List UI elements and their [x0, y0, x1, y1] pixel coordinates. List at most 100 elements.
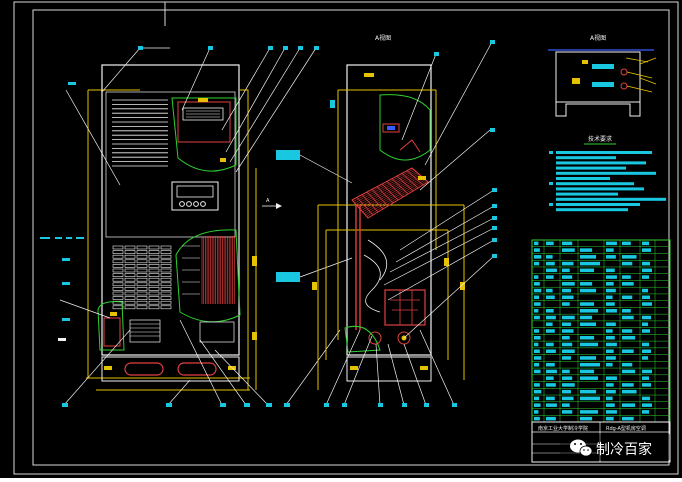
table-cell-text — [546, 403, 557, 407]
table-cell-text — [562, 261, 574, 266]
front-marker-e — [58, 338, 66, 341]
table-cell-text — [580, 248, 593, 252]
front-tag-d — [110, 312, 117, 316]
table-cell-text — [606, 403, 615, 407]
table-cell-text — [546, 255, 553, 259]
table-cell-text — [562, 288, 571, 293]
side-tag-top — [364, 73, 374, 77]
title-block-right-cell: Rdg-A型机房空调 — [606, 425, 646, 432]
table-cell-text — [642, 268, 653, 273]
table-cell-text — [642, 315, 652, 320]
table-cell-text — [546, 416, 556, 421]
table-cell-text — [534, 410, 539, 414]
note-bullet — [549, 203, 553, 206]
side-tag-right-3 — [444, 258, 449, 266]
table-cell-text — [534, 403, 541, 407]
side-tag-left — [312, 282, 317, 290]
table-cell-text — [534, 309, 539, 313]
table-cell-text — [622, 349, 634, 353]
table-cell-text — [546, 349, 556, 353]
table-cell-text — [606, 335, 615, 340]
table-cell-text — [546, 396, 555, 401]
table-cell-text — [606, 241, 617, 246]
table-cell-text — [580, 309, 599, 313]
table-cell-text — [622, 369, 636, 374]
table-cell-text — [580, 335, 595, 340]
note-line — [556, 203, 640, 206]
mid-label-upper — [276, 150, 300, 160]
table-cell-text — [606, 389, 616, 394]
table-cell-text — [580, 396, 601, 401]
table-cell-text — [606, 248, 614, 252]
side-base-foot-right — [420, 366, 428, 370]
table-cell-text — [562, 295, 574, 300]
table-cell-text — [642, 241, 650, 246]
table-cell-text — [562, 335, 570, 340]
table-cell-text — [622, 389, 637, 394]
table-cell-text — [606, 322, 616, 327]
table-cell-text — [534, 389, 542, 394]
cad-drawing-screenshot: A A视图 A视图 技术要求 南京工业大学制冷学院 Rdg-A型机房空调 制冷百… — [0, 0, 682, 478]
table-cell-text — [546, 309, 554, 313]
table-cell-text — [580, 342, 599, 347]
table-cell-text — [562, 315, 575, 320]
table-cell-text — [580, 389, 597, 394]
table-cell-text — [580, 315, 593, 320]
table-cell-text — [546, 369, 557, 374]
table-cell-text — [642, 349, 652, 353]
side-base-foot-left — [350, 366, 358, 370]
table-cell-text — [606, 410, 617, 414]
table-cell-text — [642, 302, 653, 306]
table-cell-text — [622, 362, 633, 367]
table-cell-text — [622, 255, 637, 259]
table-cell-text — [534, 261, 540, 266]
table-cell-text — [546, 383, 556, 387]
table-cell-text — [534, 342, 539, 347]
table-cell-text — [562, 383, 575, 387]
table-cell-text — [642, 275, 650, 279]
table-cell-text — [562, 282, 575, 286]
front-tag-a — [220, 158, 226, 162]
table-cell-text — [606, 275, 617, 279]
table-cell-text — [642, 261, 651, 266]
table-cell-text — [580, 288, 597, 293]
table-cell-text — [562, 389, 571, 394]
table-cell-text — [534, 255, 542, 259]
detail-top-yellow-mark — [198, 98, 208, 102]
table-cell-text — [580, 376, 599, 380]
table-cell-text — [580, 302, 595, 306]
side-tag-right — [418, 176, 426, 180]
table-cell-text — [580, 322, 597, 327]
table-cell-text — [546, 342, 554, 347]
table-cell-text — [606, 342, 617, 347]
table-cell-text — [622, 282, 634, 286]
table-cell-text — [534, 248, 540, 252]
table-cell-text — [606, 416, 614, 421]
table-cell-text — [546, 241, 554, 246]
watermark-text: 制冷百家 — [596, 441, 652, 458]
table-cell-text — [606, 295, 613, 300]
table-cell-text — [606, 362, 613, 367]
note-line — [556, 197, 666, 201]
table-cell-text — [622, 403, 636, 407]
table-cell-text — [580, 282, 593, 286]
table-cell-text — [562, 369, 570, 374]
table-cell-text — [546, 268, 557, 273]
detail-pipe-lower — [592, 82, 614, 87]
table-cell-text — [580, 356, 597, 360]
table-cell-text — [562, 322, 571, 327]
section-arrow-label: A — [266, 198, 270, 204]
table-cell-text — [606, 268, 615, 273]
table-cell-text — [642, 288, 649, 293]
table-cell-text — [622, 335, 636, 340]
table-cell-text — [534, 349, 540, 353]
table-cell-text — [562, 248, 575, 252]
watermark: 制冷百家 — [560, 434, 670, 460]
note-line — [556, 192, 618, 196]
table-cell-text — [642, 396, 651, 401]
side-top-marker — [330, 100, 335, 108]
table-cell-text — [562, 268, 570, 273]
table-cell-text — [562, 396, 574, 401]
table-cell-text — [534, 315, 540, 320]
table-cell-text — [642, 403, 653, 407]
